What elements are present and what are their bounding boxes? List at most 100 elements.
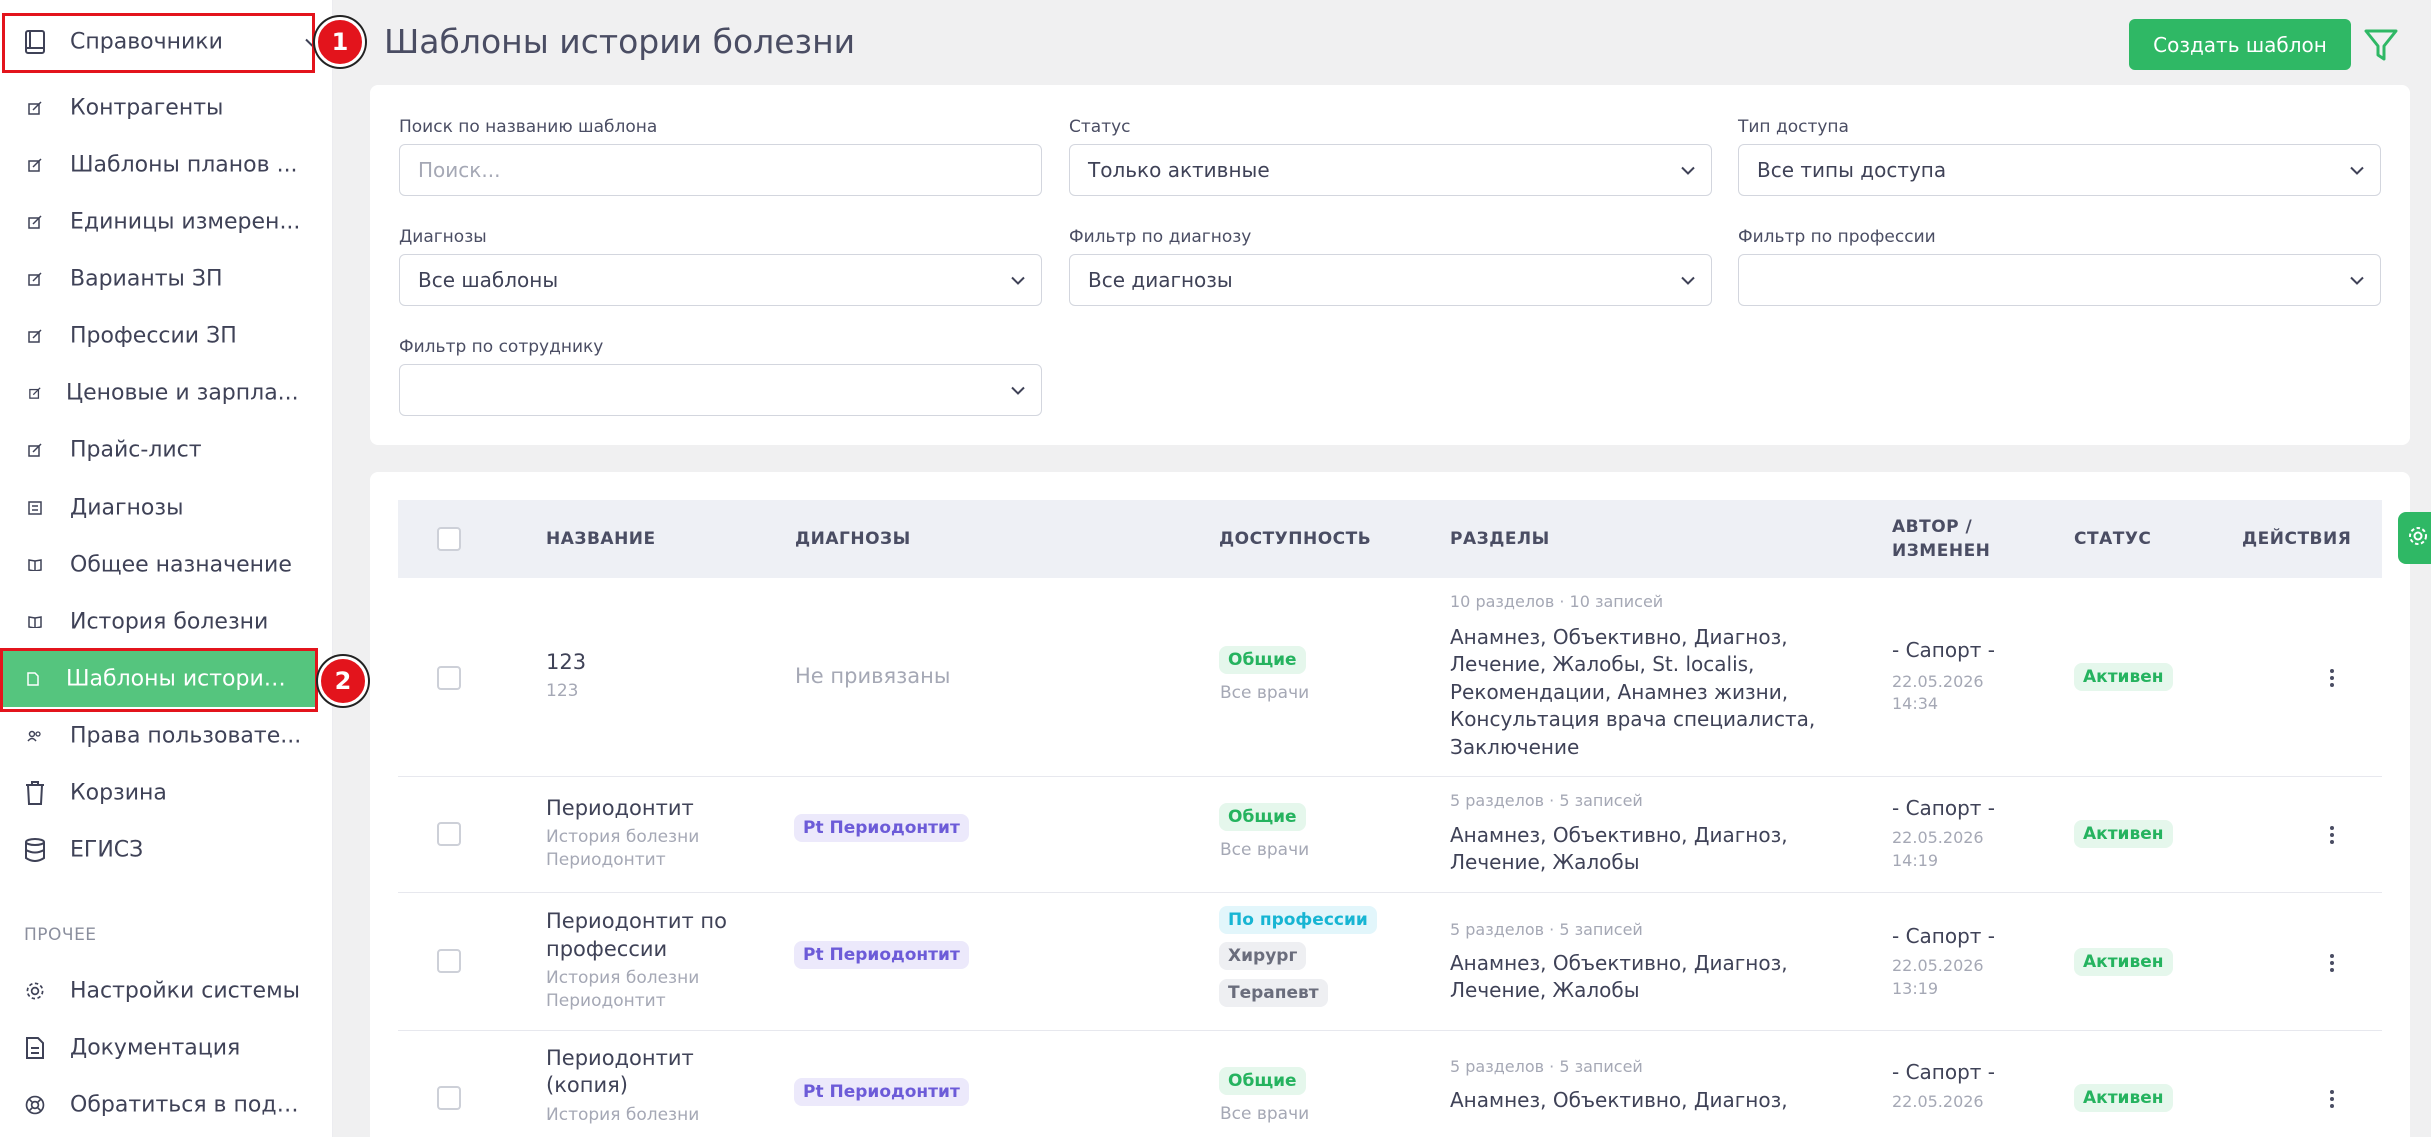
status-badge: Активен [2074, 820, 2173, 848]
sidebar-item-label: Настройки системы [70, 978, 301, 1004]
sections-line: Лечение, Жалобы, St. localis, [1450, 652, 1755, 676]
author-name: - Сапорт - [1892, 924, 1996, 948]
gear-icon [2407, 525, 2429, 551]
sidebar-item-diagnoses[interactable]: Диагнозы [0, 480, 333, 536]
modified-time: 14:34 [1892, 694, 1939, 713]
row-divider [398, 892, 2382, 893]
sidebar-item-documentation[interactable]: Документация [0, 1020, 333, 1076]
template-name-line[interactable]: Периодонтит [546, 1044, 694, 1072]
database-icon [24, 838, 46, 862]
open-book-icon [24, 611, 46, 633]
modified-time: 13:19 [1892, 979, 1939, 998]
diagnosis-tag: Pt Периодонтит [794, 941, 969, 969]
sections-line: Рекомендации, Анамнез жизни, [1450, 680, 1789, 704]
sidebar-item-system-settings[interactable]: Настройки системы [0, 963, 333, 1019]
template-subtitle: 123 [546, 681, 579, 701]
column-status[interactable]: СТАТУС [2074, 527, 2151, 551]
sidebar-item-label: Обратиться в подд... [70, 1092, 309, 1118]
sidebar-section-other: ПРОЧЕЕ [24, 925, 97, 945]
diagnosis-filter-label: Фильтр по диагнозу [1069, 227, 1252, 247]
profession-filter-select[interactable] [1738, 254, 2381, 306]
search-label: Поиск по названию шаблона [399, 117, 658, 137]
sidebar-item-general-prescription[interactable]: Общее назначение [0, 537, 333, 593]
employee-filter-select[interactable] [399, 364, 1042, 416]
users-icon [24, 725, 46, 747]
sidebar-item-egisz[interactable]: ЕГИСЗ [0, 822, 333, 878]
access-badge: Общие [1219, 1067, 1306, 1095]
edit-icon [24, 97, 46, 119]
diagnosis-tag: Pt Периодонтит [794, 1078, 969, 1106]
more-actions-icon[interactable] [2329, 826, 2335, 846]
template-name[interactable]: 123 [546, 648, 586, 676]
sidebar-item-plan-templates[interactable]: Шаблоны планов ... [0, 137, 333, 193]
diagnosis-filter-value: Все диагнозы [1088, 268, 1233, 292]
sidebar-item-support[interactable]: Обратиться в подд... [0, 1077, 333, 1133]
row-checkbox[interactable] [437, 1086, 461, 1110]
edit-icon [24, 325, 46, 347]
column-sections[interactable]: РАЗДЕЛЫ [1450, 527, 1550, 551]
access-badge: Общие [1219, 646, 1306, 674]
settings-tab[interactable] [2398, 512, 2431, 564]
profession-filter-label: Фильтр по профессии [1738, 227, 1936, 247]
status-select-value: Только активные [1088, 158, 1270, 182]
sidebar-item-label: Профессии ЗП [70, 323, 237, 349]
template-subtitle: История болезни [546, 968, 700, 988]
status-select[interactable]: Только активные [1069, 144, 1712, 196]
diagnoses-select[interactable]: Все шаблоны [399, 254, 1042, 306]
column-author-line2: ИЗМЕНЕН [1892, 541, 1991, 561]
sidebar-item-user-rights[interactable]: Права пользовате... [0, 708, 333, 764]
template-name-line[interactable]: Периодонтит по [546, 907, 727, 935]
sidebar-item-label: Шаблоны планов ... [70, 152, 298, 178]
select-all-checkbox[interactable] [437, 527, 461, 551]
sidebar-item-price-groups[interactable]: Ценовые и зарпла... [0, 365, 333, 421]
template-name-line[interactable]: (копия) [546, 1071, 628, 1099]
access-badge: По профессии [1219, 906, 1377, 934]
column-access[interactable]: ДОСТУПНОСТЬ [1219, 527, 1371, 551]
create-template-button[interactable]: Создать шаблон [2129, 19, 2351, 70]
row-checkbox[interactable] [437, 822, 461, 846]
filter-icon[interactable] [2362, 26, 2400, 64]
table-header: НАЗВАНИЕ ДИАГНОЗЫ ДОСТУПНОСТЬ РАЗДЕЛЫ АВ… [398, 500, 2382, 578]
sidebar-item-counterparties[interactable]: Контрагенты [0, 80, 333, 136]
sidebar-item-salary-variants[interactable]: Варианты ЗП [0, 251, 333, 307]
template-subtitle: История болезни [546, 827, 700, 847]
more-actions-icon[interactable] [2329, 954, 2335, 974]
search-input[interactable]: Поиск... [399, 144, 1042, 196]
sections-line: Анамнез, Объективно, Диагноз, [1450, 951, 1788, 975]
diagnosis-filter-select[interactable]: Все диагнозы [1069, 254, 1712, 306]
modified-time: 14:19 [1892, 851, 1939, 870]
sections-line: Заключение [1450, 735, 1580, 759]
annotation-box-1 [2, 13, 315, 73]
author-name: - Сапорт - [1892, 796, 1996, 820]
search-placeholder: Поиск... [418, 158, 501, 182]
chevron-down-icon [1011, 271, 1025, 290]
column-diagnoses[interactable]: ДИАГНОЗЫ [795, 527, 911, 551]
document-icon [24, 1037, 46, 1059]
edit-icon [24, 154, 46, 176]
sidebar-item-salary-professions[interactable]: Профессии ЗП [0, 308, 333, 364]
sidebar-item-medical-history[interactable]: История болезни [0, 594, 333, 650]
row-checkbox[interactable] [437, 666, 461, 690]
access-type-select[interactable]: Все типы доступа [1738, 144, 2381, 196]
row-checkbox[interactable] [437, 949, 461, 973]
diagnosis-none: Не привязаны [795, 664, 951, 688]
column-name[interactable]: НАЗВАНИЕ [546, 527, 656, 551]
employee-filter-label: Фильтр по сотруднику [399, 337, 604, 357]
template-name[interactable]: Периодонтит [546, 794, 694, 822]
sidebar-item-units[interactable]: Единицы измерен... [0, 194, 333, 250]
more-actions-icon[interactable] [2329, 669, 2335, 689]
sidebar-item-price-list[interactable]: Прайс-лист [0, 422, 333, 478]
more-actions-icon[interactable] [2329, 1090, 2335, 1110]
access-badge: Общие [1219, 803, 1306, 831]
sections-line: Консультация врача специалиста, [1450, 707, 1816, 731]
chevron-down-icon [1681, 271, 1695, 290]
diagnoses-label: Диагнозы [399, 227, 487, 247]
sidebar-item-label: Общее назначение [70, 552, 292, 578]
column-author[interactable]: АВТОР / ИЗМЕНЕН [1892, 515, 1990, 563]
template-subtitle: Периодонтит [546, 850, 666, 870]
template-name-line[interactable]: профессии [546, 935, 667, 963]
sections-line: Анамнез, Объективно, Диагноз, [1450, 625, 1788, 649]
author-name: - Сапорт - [1892, 1060, 1996, 1084]
edit-icon [24, 382, 46, 404]
sidebar-item-trash[interactable]: Корзина [0, 765, 333, 821]
